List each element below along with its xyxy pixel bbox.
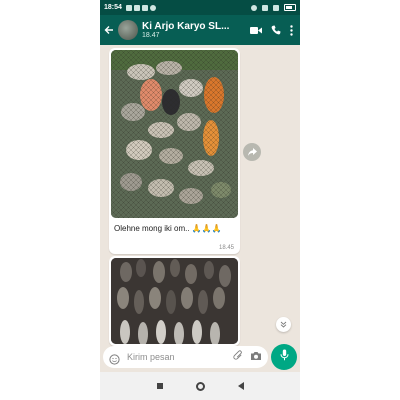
message-input[interactable] — [125, 351, 233, 363]
fish-photo[interactable] — [111, 50, 238, 218]
message-bubble[interactable] — [109, 256, 240, 346]
alarm-icon — [251, 4, 257, 11]
message-time: 18.45 — [218, 245, 234, 251]
battery-icon — [284, 4, 296, 11]
status-bar: 18:54 — [100, 0, 300, 15]
signal-icon — [262, 4, 268, 11]
notification-icon — [125, 4, 132, 11]
system-navigation-bar — [100, 372, 300, 400]
attach-icon[interactable] — [233, 348, 244, 366]
contact-name: Ki Arjo Karyo SL... — [142, 21, 230, 32]
back-arrow-icon[interactable] — [104, 23, 116, 38]
notification-icon — [133, 4, 140, 11]
message-bubble[interactable]: Olehne mong iki om.. 🙏🙏🙏 18.45 — [109, 48, 240, 254]
mic-icon — [280, 348, 289, 366]
scroll-down-icon[interactable] — [276, 317, 291, 332]
chat-header: Ki Arjo Karyo SL... 18.47 — [100, 15, 300, 45]
contact-subtitle: 18.47 — [142, 32, 160, 39]
notification-icon — [149, 4, 156, 11]
more-options-icon[interactable] — [290, 24, 293, 36]
status-time: 18:54 — [104, 4, 122, 11]
chat-area[interactable]: Olehne mong iki om.. 🙏🙏🙏 18.45 — [100, 45, 300, 346]
phone-icon[interactable] — [271, 25, 281, 35]
recent-apps-button[interactable] — [156, 383, 163, 389]
notification-icon — [141, 4, 148, 11]
contact-info[interactable]: Ki Arjo Karyo SL... 18.47 — [142, 21, 250, 39]
emoji-icon[interactable] — [109, 352, 120, 365]
wifi-icon — [273, 4, 279, 11]
message-text: Olehne mong iki om.. 🙏🙏🙏 — [114, 224, 222, 233]
message-composer — [103, 346, 268, 368]
share-forward-icon[interactable] — [243, 143, 261, 161]
mic-button[interactable] — [271, 344, 297, 370]
fish-photo[interactable] — [111, 258, 238, 344]
avatar[interactable] — [118, 20, 138, 40]
phone-screen: 18:54 Ki Arjo Karyo SL... 18.47 Olehne m… — [100, 0, 300, 400]
home-button[interactable] — [195, 381, 205, 391]
video-call-icon[interactable] — [250, 26, 262, 35]
back-button[interactable] — [237, 382, 244, 390]
camera-icon[interactable] — [250, 348, 262, 366]
